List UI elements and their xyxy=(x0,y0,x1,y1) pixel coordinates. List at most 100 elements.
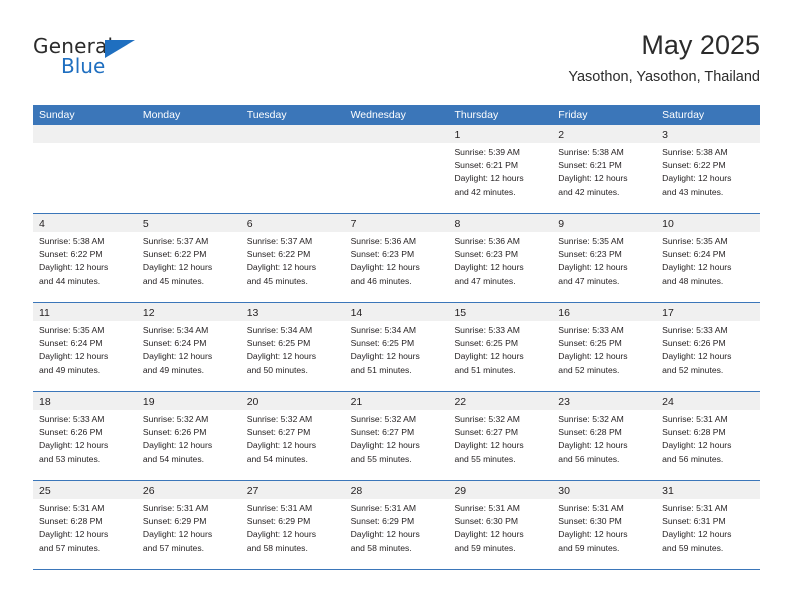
day-detail-line: Sunrise: 5:31 AM xyxy=(662,503,728,513)
day-cell[interactable]: 9 Sunrise: 5:35 AM Sunset: 6:23 PM Daylight… xyxy=(552,214,657,302)
day-details xyxy=(345,143,449,146)
day-cell[interactable]: 22 Sunrise: 5:32 AM Sunset: 6:27 PM Dayligh… xyxy=(448,392,553,480)
day-detail-line: and 52 minutes. xyxy=(662,364,724,375)
day-detail-line: Daylight: 12 hours xyxy=(246,440,316,451)
day-cell[interactable]: 7 Sunrise: 5:36 AM Sunset: 6:23 PM Daylight… xyxy=(344,214,449,302)
day-number: 29 xyxy=(454,485,467,497)
day-cell[interactable]: 31 Sunrise: 5:31 AM Sunset: 6:31 PM Dayligh… xyxy=(656,481,761,569)
day-detail-line: Sunset: 6:21 PM xyxy=(454,160,518,171)
day-number: 23 xyxy=(558,396,570,408)
day-number-band: 18 xyxy=(33,392,137,410)
day-detail-line: Sunrise: 5:33 AM xyxy=(558,325,624,335)
day-cell[interactable]: 11 Sunrise: 5:35 AM Sunset: 6:24 PM Dayligh… xyxy=(33,303,137,391)
day-details: Sunrise: 5:34 AM Sunset: 6:25 PM Daylight:… xyxy=(241,321,345,377)
day-detail-line: Daylight: 12 hours xyxy=(454,351,524,362)
day-cell[interactable]: 4 Sunrise: 5:38 AM Sunset: 6:22 PM Daylight… xyxy=(33,214,137,302)
day-number-band: 22 xyxy=(448,392,553,410)
day-number-band: 7 xyxy=(344,214,449,232)
day-detail-line: Daylight: 12 hours xyxy=(246,262,316,273)
day-number: 28 xyxy=(350,485,363,497)
day-number-band: 1 xyxy=(448,125,553,143)
day-number-band: 24 xyxy=(656,392,761,410)
day-cell[interactable]: 28 Sunrise: 5:31 AM Sunset: 6:29 PM Dayligh… xyxy=(344,481,449,569)
calendar-week-row: 25 Sunrise: 5:31 AM Sunset: 6:28 PM Dayligh… xyxy=(33,481,761,570)
day-detail-line: and 53 minutes. xyxy=(39,453,101,464)
day-detail-line: Daylight: 12 hours xyxy=(350,262,420,273)
day-number: 31 xyxy=(662,485,674,497)
day-detail-line: Sunrise: 5:38 AM xyxy=(39,236,105,246)
day-detail-line: Daylight: 12 hours xyxy=(558,529,628,540)
day-cell[interactable]: 1 Sunrise: 5:39 AM Sunset: 6:21 PM Daylight… xyxy=(448,125,553,213)
day-detail-line: Daylight: 12 hours xyxy=(662,351,732,362)
day-detail-line: Daylight: 12 hours xyxy=(454,529,524,540)
day-details: Sunrise: 5:39 AM Sunset: 6:21 PM Daylight:… xyxy=(448,143,552,199)
day-cell[interactable]: 24 Sunrise: 5:31 AM Sunset: 6:28 PM Dayligh… xyxy=(656,392,761,480)
day-detail-line: and 55 minutes. xyxy=(350,453,412,464)
day-number: 11 xyxy=(39,307,50,319)
day-details: Sunrise: 5:31 AM Sunset: 6:29 PM Daylight:… xyxy=(345,499,449,555)
day-cell[interactable]: 14 Sunrise: 5:34 AM Sunset: 6:25 PM Dayligh… xyxy=(344,303,449,391)
page-header: General Blue May 2025 Yasothon, Yasothon… xyxy=(33,28,760,100)
day-cell[interactable]: 12 Sunrise: 5:34 AM Sunset: 6:24 PM Dayligh… xyxy=(136,303,241,391)
day-detail-line: Daylight: 12 hours xyxy=(142,529,213,540)
day-number-band: 11 xyxy=(33,303,137,321)
day-cell[interactable]: 18 Sunrise: 5:33 AM Sunset: 6:26 PM Dayligh… xyxy=(33,392,137,480)
day-cell[interactable]: 26 Sunrise: 5:31 AM Sunset: 6:29 PM Dayligh… xyxy=(136,481,241,569)
day-details: Sunrise: 5:32 AM Sunset: 6:28 PM Daylight:… xyxy=(552,410,656,466)
page-title: May 2025 xyxy=(641,30,760,60)
day-detail-line: Sunrise: 5:31 AM xyxy=(454,503,520,513)
day-number: 20 xyxy=(246,396,259,408)
day-number: 3 xyxy=(662,129,668,141)
day-detail-line: Sunset: 6:22 PM xyxy=(246,249,311,260)
day-cell[interactable]: 2 Sunrise: 5:38 AM Sunset: 6:21 PM Daylight… xyxy=(552,125,657,213)
day-cell[interactable]: 27 Sunrise: 5:31 AM Sunset: 6:29 PM Dayligh… xyxy=(240,481,345,569)
day-number: 6 xyxy=(246,218,253,230)
day-details: Sunrise: 5:32 AM Sunset: 6:27 PM Daylight:… xyxy=(345,410,449,466)
day-cell[interactable]: 5 Sunrise: 5:37 AM Sunset: 6:22 PM Daylight… xyxy=(136,214,241,302)
day-detail-line: and 42 minutes. xyxy=(558,186,620,197)
day-cell[interactable]: 17 Sunrise: 5:33 AM Sunset: 6:26 PM Dayligh… xyxy=(656,303,761,391)
day-number: 19 xyxy=(142,396,155,408)
day-details: Sunrise: 5:35 AM Sunset: 6:23 PM Daylight:… xyxy=(552,232,656,288)
day-detail-line: and 51 minutes. xyxy=(350,364,412,375)
day-cell[interactable]: 16 Sunrise: 5:33 AM Sunset: 6:25 PM Dayligh… xyxy=(552,303,657,391)
day-details: Sunrise: 5:33 AM Sunset: 6:25 PM Daylight:… xyxy=(552,321,656,377)
day-number-band: 6 xyxy=(240,214,345,232)
day-cell[interactable]: 20 Sunrise: 5:32 AM Sunset: 6:27 PM Dayligh… xyxy=(240,392,345,480)
day-number-band: 28 xyxy=(344,481,449,499)
day-number-band: 27 xyxy=(240,481,345,499)
day-number: 14 xyxy=(350,307,363,319)
day-number-band: 25 xyxy=(33,481,137,499)
day-number: 18 xyxy=(39,396,51,408)
day-detail-line: and 48 minutes. xyxy=(662,275,724,286)
day-cell[interactable]: 3 Sunrise: 5:38 AM Sunset: 6:22 PM Daylight… xyxy=(656,125,761,213)
day-cell[interactable]: 15 Sunrise: 5:33 AM Sunset: 6:25 PM Dayligh… xyxy=(448,303,553,391)
day-cell[interactable]: 23 Sunrise: 5:32 AM Sunset: 6:28 PM Dayligh… xyxy=(552,392,657,480)
day-number-band: 5 xyxy=(136,214,241,232)
day-cell[interactable]: 8 Sunrise: 5:36 AM Sunset: 6:23 PM Daylight… xyxy=(448,214,553,302)
day-number-band: 26 xyxy=(136,481,241,499)
brand-logo[interactable]: General Blue xyxy=(33,34,153,86)
day-cell[interactable]: 29 Sunrise: 5:31 AM Sunset: 6:30 PM Dayligh… xyxy=(448,481,553,569)
day-detail-line: Sunset: 6:25 PM xyxy=(558,338,622,349)
day-cell[interactable]: 10 Sunrise: 5:35 AM Sunset: 6:24 PM Dayligh… xyxy=(656,214,761,302)
day-cell[interactable]: 21 Sunrise: 5:32 AM Sunset: 6:27 PM Dayligh… xyxy=(344,392,449,480)
day-cell[interactable]: 19 Sunrise: 5:32 AM Sunset: 6:26 PM Dayligh… xyxy=(136,392,241,480)
day-cell[interactable]: 13 Sunrise: 5:34 AM Sunset: 6:25 PM Dayligh… xyxy=(240,303,345,391)
day-cell[interactable]: 25 Sunrise: 5:31 AM Sunset: 6:28 PM Dayligh… xyxy=(33,481,137,569)
day-cell[interactable]: 30 Sunrise: 5:31 AM Sunset: 6:30 PM Dayligh… xyxy=(552,481,657,569)
day-detail-line: Sunset: 6:26 PM xyxy=(662,338,726,349)
day-detail-line: Sunrise: 5:37 AM xyxy=(142,236,209,246)
day-number-band xyxy=(136,125,241,143)
day-details: Sunrise: 5:31 AM Sunset: 6:30 PM Daylight:… xyxy=(448,499,552,555)
day-detail-line: Sunrise: 5:33 AM xyxy=(39,414,105,424)
day-number-band: 10 xyxy=(656,214,761,232)
day-number-band: 4 xyxy=(33,214,137,232)
day-detail-line: Daylight: 12 hours xyxy=(558,173,628,184)
day-cell-empty xyxy=(33,125,137,213)
day-details: Sunrise: 5:34 AM Sunset: 6:24 PM Daylight:… xyxy=(137,321,241,377)
day-detail-line: Sunset: 6:22 PM xyxy=(39,249,103,260)
day-detail-line: Sunset: 6:28 PM xyxy=(558,427,622,438)
day-number-band: 15 xyxy=(448,303,553,321)
day-cell[interactable]: 6 Sunrise: 5:37 AM Sunset: 6:22 PM Daylight… xyxy=(240,214,345,302)
